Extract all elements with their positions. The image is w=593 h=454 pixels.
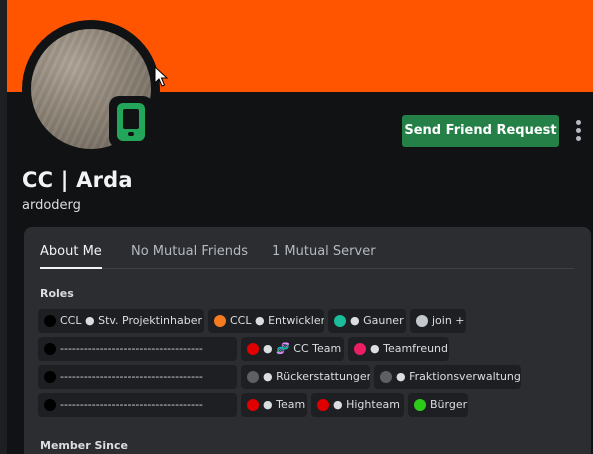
role-color-dot: [247, 399, 259, 411]
role-pill: ● 🧬 CC Team: [241, 337, 344, 361]
username: ardoderg: [22, 198, 81, 213]
role-label: ● 🧬 CC Team: [263, 342, 342, 355]
role-pill: ● Team: [241, 393, 307, 417]
role-pill: Bürger: [408, 393, 468, 417]
role-color-dot: [44, 371, 56, 383]
role-color-dot: [44, 343, 56, 355]
role-color-dot: [247, 343, 259, 355]
role-pill: CCL ● Stv. Projektinhaber: [38, 309, 204, 333]
more-vertical-icon[interactable]: [571, 118, 587, 144]
role-color-dot: [44, 315, 56, 327]
role-pill: ------------------------------------: [38, 337, 237, 361]
role-pill: ● Fraktionsverwaltung: [374, 365, 521, 389]
role-pill: CCL ● Entwickler: [208, 309, 324, 333]
role-pill: ------------------------------------: [38, 393, 237, 417]
role-label: ● Highteam: [333, 398, 400, 411]
role-color-dot: [414, 399, 426, 411]
role-label: ------------------------------------: [60, 398, 203, 411]
role-color-dot: [354, 343, 366, 355]
tab-mutual-servers[interactable]: 1 Mutual Server: [272, 244, 376, 259]
role-pill: join +: [410, 309, 466, 333]
mobile-status-icon: [117, 103, 145, 141]
roles-heading: Roles: [40, 287, 74, 300]
role-label: join +: [432, 314, 465, 327]
role-label: CCL ● Entwickler: [230, 314, 324, 327]
role-label: ------------------------------------: [60, 342, 203, 355]
role-color-dot: [317, 399, 329, 411]
role-pill: ------------------------------------: [38, 365, 237, 389]
role-label: ● Team: [263, 398, 306, 411]
display-name: CC | Arda: [22, 168, 133, 192]
tab-about-me[interactable]: About Me: [40, 244, 102, 269]
profile-tabs: About Me No Mutual Friends 1 Mutual Serv…: [40, 227, 574, 269]
role-label: ● Teamfreund: [370, 342, 449, 355]
role-pill: ● Gauner: [328, 309, 406, 333]
tab-mutual-friends[interactable]: No Mutual Friends: [131, 244, 248, 259]
profile-info-card: About Me No Mutual Friends 1 Mutual Serv…: [24, 227, 591, 454]
member-since-heading: Member Since: [40, 439, 128, 452]
app-sidebar-edge: [0, 0, 7, 454]
role-label: ● Rückerstattungen: [263, 370, 370, 383]
role-label: CCL ● Stv. Projektinhaber: [60, 314, 202, 327]
role-color-dot: [380, 371, 392, 383]
role-color-dot: [247, 371, 259, 383]
role-label: Bürger: [430, 398, 468, 411]
role-pill: ● Rückerstattungen: [241, 365, 370, 389]
role-color-dot: [416, 315, 428, 327]
mouse-cursor-icon: [154, 66, 168, 87]
role-label: ● Fraktionsverwaltung: [396, 370, 521, 383]
role-color-dot: [214, 315, 226, 327]
role-label: ● Gauner: [350, 314, 404, 327]
role-color-dot: [334, 315, 346, 327]
role-label: ------------------------------------: [60, 370, 203, 383]
role-pill: ● Teamfreund: [348, 337, 449, 361]
send-friend-request-button[interactable]: Send Friend Request: [402, 115, 559, 147]
role-pill: ● Highteam: [311, 393, 404, 417]
role-color-dot: [44, 399, 56, 411]
